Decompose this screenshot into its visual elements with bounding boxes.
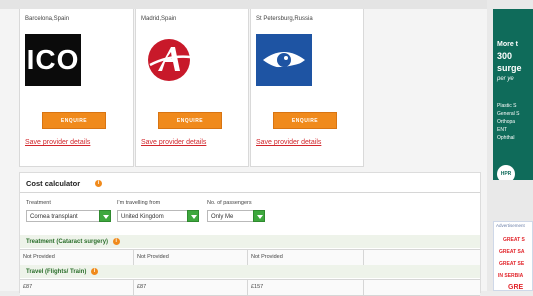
dropdown-arrow-icon[interactable] bbox=[253, 210, 265, 222]
ad-text: GRE bbox=[508, 284, 524, 291]
treatment-section-title: Treatment (Cataract surgery) i bbox=[26, 238, 120, 245]
passengers-select[interactable]: Only Me bbox=[207, 210, 265, 222]
ad-text: Ophthal bbox=[497, 135, 515, 141]
provider-card: Barcelona,Spain ICO ENQUIRE Save provide… bbox=[19, 9, 134, 167]
passengers-select-value: Only Me bbox=[211, 214, 234, 220]
treatment-label: Treatment bbox=[26, 200, 51, 206]
ad-text: surge bbox=[497, 63, 522, 73]
info-icon[interactable]: i bbox=[95, 180, 102, 187]
provider-location: Barcelona,Spain bbox=[25, 16, 70, 22]
sidebar-ad[interactable]: More t 300 surge per ye Plastic S Genera… bbox=[493, 9, 533, 180]
table-cell: £87 bbox=[20, 280, 134, 295]
table-row: Not Provided Not Provided Not Provided bbox=[20, 249, 480, 266]
passengers-label: No. of passengers bbox=[207, 200, 252, 206]
travelling-from-select-value: United Kingdom bbox=[121, 214, 164, 220]
ad-text: GREAT SA bbox=[499, 249, 525, 255]
provider-location: Madrid,Spain bbox=[141, 16, 177, 22]
table-cell: Not Provided bbox=[20, 250, 134, 265]
dropdown-arrow-icon[interactable] bbox=[99, 210, 111, 222]
ad-text: per ye bbox=[497, 76, 514, 82]
calculator-title: Cost calculator i bbox=[26, 179, 102, 188]
ad-text: ENT bbox=[497, 127, 507, 133]
divider bbox=[20, 192, 480, 193]
travelling-from-select[interactable]: United Kingdom bbox=[117, 210, 199, 222]
provider-logo[interactable] bbox=[141, 34, 197, 86]
save-provider-link[interactable]: Save provider details bbox=[256, 139, 321, 146]
enquire-button[interactable]: ENQUIRE bbox=[158, 112, 222, 129]
logo-text: ICO bbox=[26, 44, 80, 75]
treatment-select-value: Cornea transplant bbox=[30, 214, 78, 220]
provider-logo[interactable] bbox=[256, 34, 312, 86]
table-cell: £87 bbox=[134, 280, 248, 295]
provider-location: St Petersburg,Russia bbox=[256, 16, 313, 22]
ad-text: Plastic S bbox=[497, 103, 517, 109]
table-row: £87 £87 £157 bbox=[20, 279, 480, 296]
ad-text: IN SERBIA bbox=[498, 273, 524, 279]
travel-section-title-text: Travel (Flights/ Train) bbox=[26, 269, 87, 276]
eye-logo-icon bbox=[260, 52, 305, 71]
save-provider-link[interactable]: Save provider details bbox=[25, 139, 90, 146]
save-provider-link[interactable]: Save provider details bbox=[141, 139, 206, 146]
ad-text: GREAT S bbox=[503, 237, 525, 243]
table-cell: Not Provided bbox=[134, 250, 248, 265]
provider-logo[interactable]: ICO bbox=[25, 34, 81, 86]
table-cell: Not Provided bbox=[248, 250, 364, 265]
ad-text: General S bbox=[497, 111, 520, 117]
treatment-select[interactable]: Cornea transplant bbox=[26, 210, 111, 222]
enquire-button[interactable]: ENQUIRE bbox=[42, 112, 106, 129]
ad-logo: HPR bbox=[497, 165, 515, 180]
ad-text: Orthopa bbox=[497, 119, 516, 125]
info-icon[interactable]: i bbox=[91, 268, 99, 275]
travelling-from-label: I'm travelling from bbox=[117, 200, 161, 206]
ad-text: 300 bbox=[497, 51, 513, 61]
sidebar-ad[interactable]: Advertisement GREAT S GREAT SA GREAT SE … bbox=[493, 221, 533, 291]
treatment-section-title-text: Treatment (Cataract surgery) bbox=[26, 239, 109, 246]
ad-label: Advertisement bbox=[496, 223, 525, 228]
provider-card: St Petersburg,Russia ENQUIRE Save provid… bbox=[250, 9, 364, 167]
cost-calculator: Cost calculator i Treatment Cornea trans… bbox=[19, 172, 481, 296]
dropdown-arrow-icon[interactable] bbox=[187, 210, 199, 222]
info-icon[interactable]: i bbox=[112, 238, 120, 245]
provider-card: Madrid,Spain ENQUIRE Save provider detai… bbox=[135, 9, 249, 167]
table-cell: £157 bbox=[248, 280, 364, 295]
calculator-title-text: Cost calculator bbox=[26, 179, 81, 188]
travel-section-title: Travel (Flights/ Train) i bbox=[26, 268, 99, 276]
top-strip bbox=[0, 0, 487, 9]
sidebar: More t 300 surge per ye Plastic S Genera… bbox=[487, 0, 533, 291]
ad-text: GREAT SE bbox=[499, 261, 525, 267]
ad-text: More t bbox=[497, 41, 518, 48]
main-content: Barcelona,Spain ICO ENQUIRE Save provide… bbox=[0, 0, 487, 296]
enquire-button[interactable]: ENQUIRE bbox=[273, 112, 337, 129]
stylized-a-logo-icon bbox=[148, 39, 191, 81]
